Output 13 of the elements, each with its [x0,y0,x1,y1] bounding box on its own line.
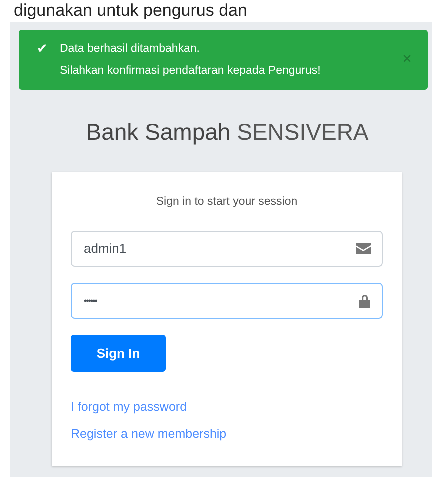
lock-icon [359,294,371,308]
check-icon: ✔ [37,38,48,82]
password-field[interactable]: •••••• [71,282,383,319]
alert-message: Data berhasil ditambahkan. [60,42,201,57]
envelope-icon [356,243,371,254]
brand-title: Bank Sampah SENSIVERA [85,118,370,147]
heading-fragment: digunakan untuk pengurus dan [14,0,248,21]
text-link[interactable]: I forgot my password [71,398,188,416]
login-message: Sign in to start your session [155,194,299,210]
username-field[interactable]: admin1 [71,230,383,267]
alert-message: Silahkan konfirmasi pendaftaran kepada Pengurus! [60,64,322,79]
text-link[interactable]: Register a new membership [71,424,227,444]
sign-in-button[interactable]: Sign In [71,334,166,372]
